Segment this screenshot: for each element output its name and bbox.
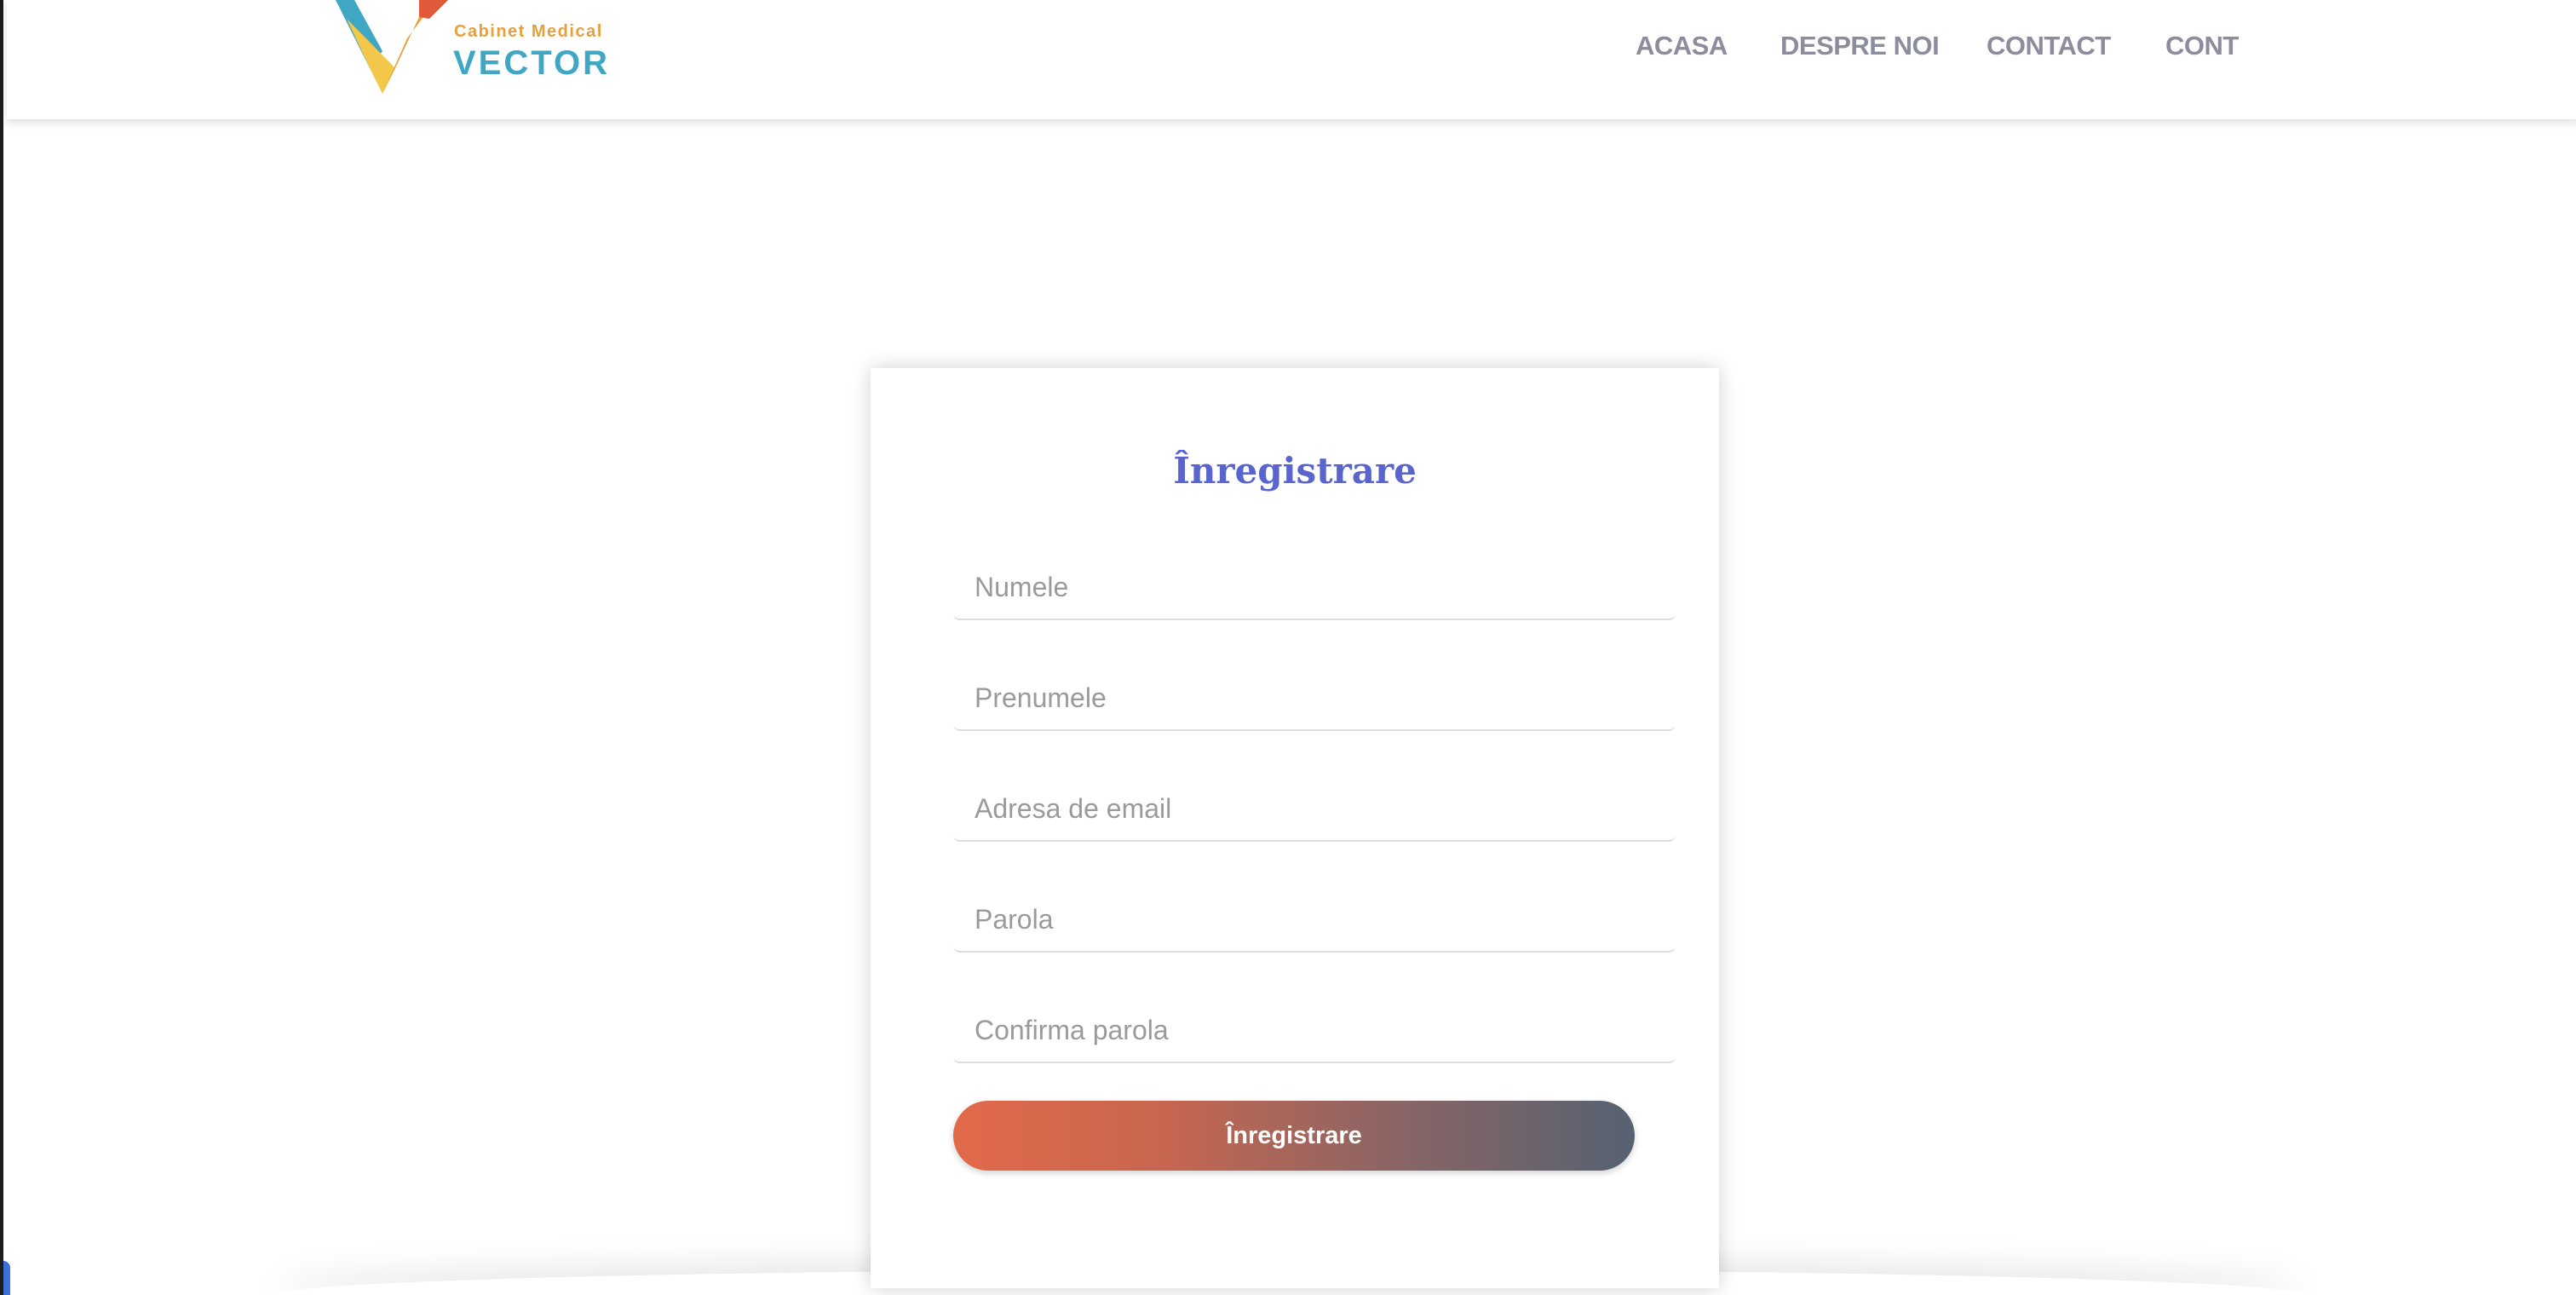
v-logo-icon <box>336 0 448 94</box>
logo-subtitle: Cabinet Medical <box>454 22 603 41</box>
confirm-password-field[interactable] <box>953 995 1676 1063</box>
dock-edge <box>3 1261 10 1295</box>
registration-title: Înregistrare <box>1173 450 1417 492</box>
site-header: Cabinet Medical VECTOR ACASA DESPRE NOI … <box>7 0 2576 119</box>
email-field[interactable] <box>953 774 1676 842</box>
nav-item-despre-noi[interactable]: DESPRE NOI <box>1780 31 1940 61</box>
browser-viewport: Cabinet Medical VECTOR ACASA DESPRE NOI … <box>0 0 2576 1295</box>
registration-card: Înregistrare Înregistrare <box>871 368 1719 1288</box>
logo-name: VECTOR <box>453 44 610 82</box>
password-field[interactable] <box>953 884 1676 953</box>
register-button[interactable]: Înregistrare <box>953 1101 1635 1171</box>
site-logo[interactable]: Cabinet Medical VECTOR <box>336 0 608 101</box>
nav-item-contact[interactable]: CONTACT <box>1987 31 2111 61</box>
last-name-field[interactable] <box>953 552 1676 620</box>
nav-item-cont[interactable]: CONT <box>2165 31 2239 61</box>
nav-item-acasa[interactable]: ACASA <box>1636 31 1728 61</box>
first-name-field[interactable] <box>953 663 1676 731</box>
